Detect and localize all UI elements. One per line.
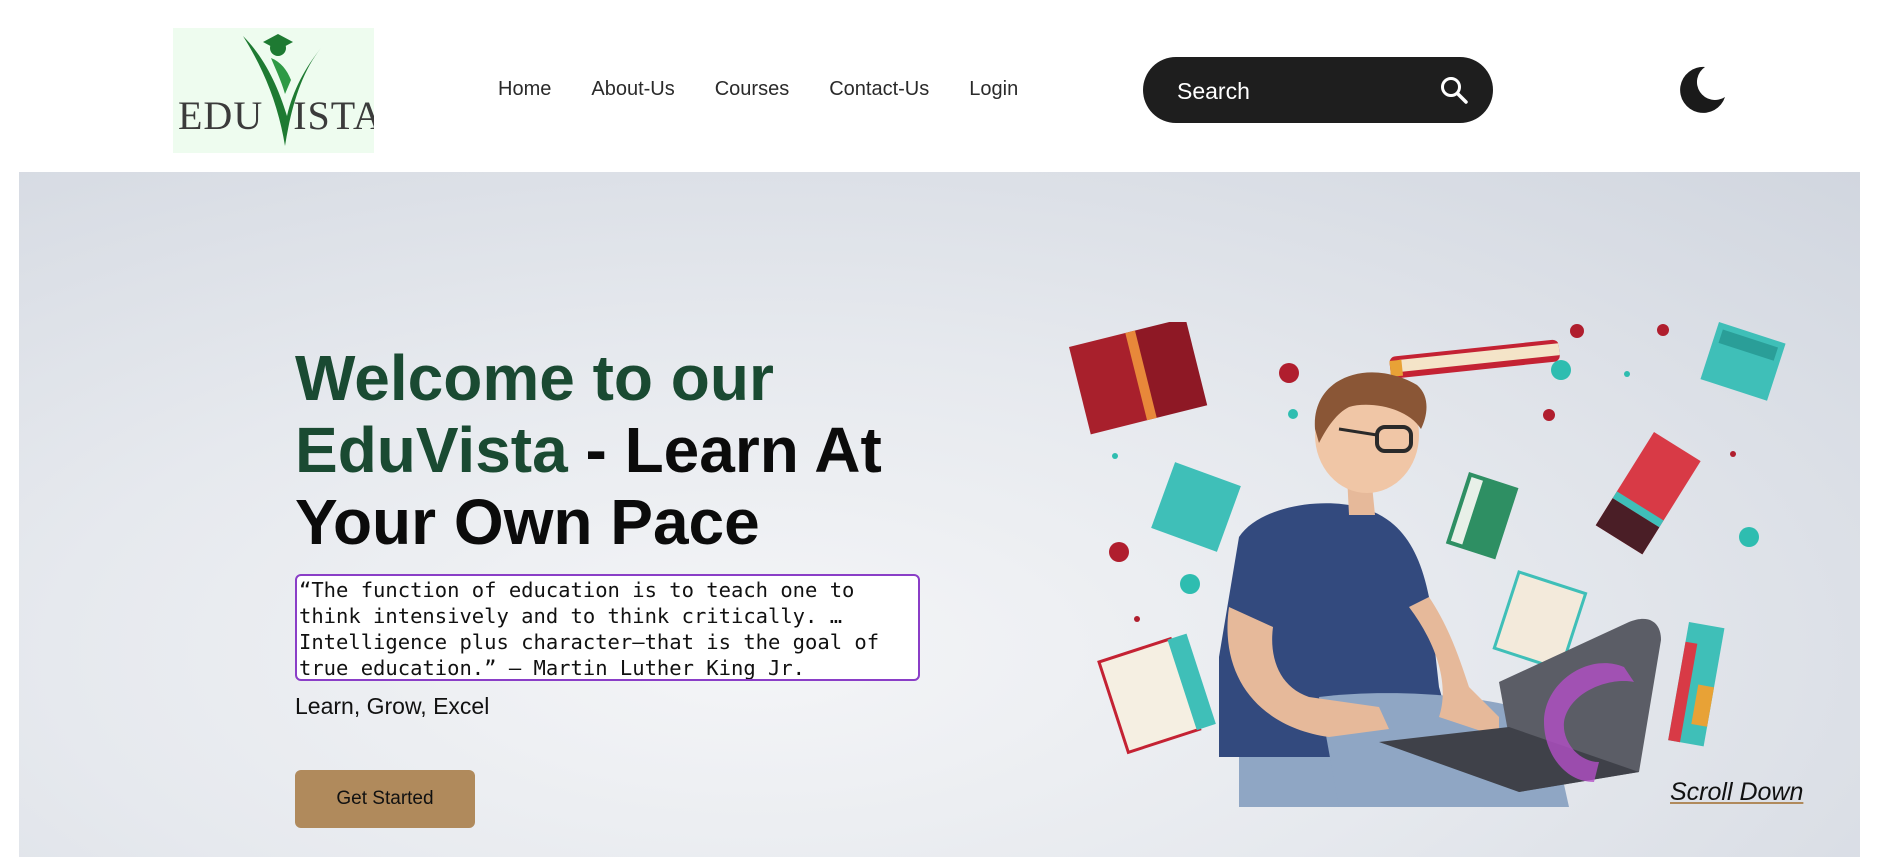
nav-home[interactable]: Home [498,78,551,101]
scroll-down-link[interactable]: Scroll Down [1670,778,1803,807]
red-dark-book-icon [1595,432,1701,555]
logo-text-ista: ISTA [293,93,374,138]
red-book-top-icon [1389,339,1560,379]
search-input[interactable] [1175,73,1419,109]
get-started-button[interactable]: Get Started [295,770,475,828]
nav-contact-us[interactable]: Contact-Us [829,78,929,101]
logo-text-edu: EDU [178,93,264,138]
open-book-icon [1097,633,1216,755]
student-laptop-illustration [1069,322,1786,807]
red-book-icon [1069,322,1208,435]
nav-courses[interactable]: Courses [715,78,789,101]
headline-brand: EduVista [295,414,568,486]
search-icon[interactable] [1437,73,1473,109]
eduvista-logo[interactable]: EDU ISTA [173,28,374,153]
teal-book-icon [1700,322,1786,401]
nav-login[interactable]: Login [969,78,1018,101]
hero-tagline: Learn, Grow, Excel [295,693,490,719]
education-quote: “The function of education is to teach o… [295,574,920,681]
search-bar [1143,57,1493,123]
nav-about-us[interactable]: About-Us [591,78,674,101]
main-nav: Home About-Us Courses Contact-Us Login [498,78,1018,101]
logo-wordmark: EDU ISTA [178,92,374,139]
hero-section: Welcome to our EduVista - Learn At Your … [19,172,1860,857]
headline-welcome: Welcome to our [295,342,774,414]
hero-headline: Welcome to our EduVista - Learn At Your … [295,342,915,558]
moon-icon[interactable] [1675,64,1727,116]
